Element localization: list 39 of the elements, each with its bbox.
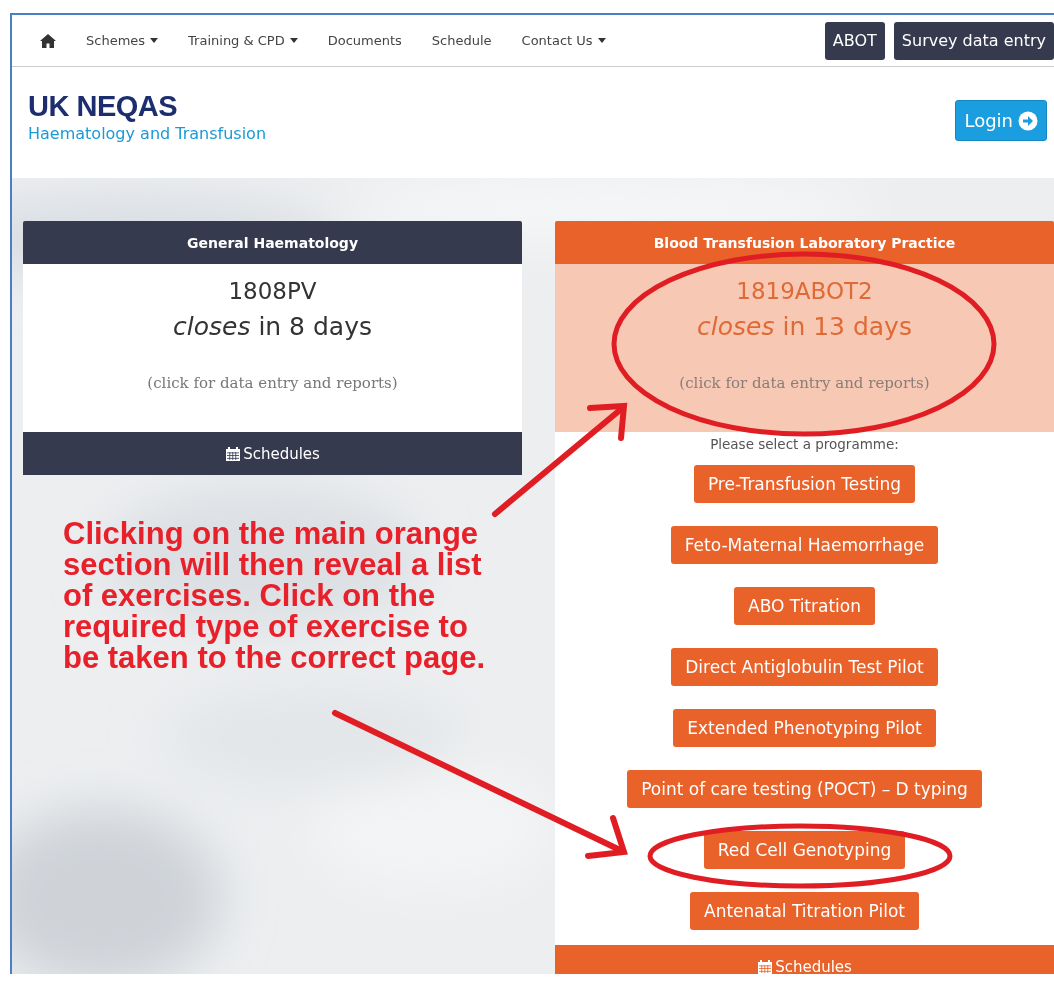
programme-button[interactable]: Antenatal Titration Pilot (690, 892, 919, 930)
hint-text: (click for data entry and reports) (147, 374, 398, 392)
nav-menu[interactable]: Training & CPD (188, 33, 298, 48)
login-button[interactable]: Login (955, 100, 1047, 141)
calendar-icon (757, 958, 774, 974)
closing-text: closes in 13 days (697, 311, 912, 343)
card-body[interactable]: 1819ABOT2 closes in 13 days (click for data entry and reports) (555, 264, 1054, 432)
schedules-button[interactable]: Schedules (23, 432, 522, 475)
exercise-code: 1819ABOT2 (736, 277, 873, 306)
caret-icon (150, 38, 159, 43)
schedules-button[interactable]: Schedules (555, 945, 1054, 974)
nav-link[interactable]: Schedule (431, 33, 492, 48)
programme-button[interactable]: Pre-Transfusion Testing (693, 465, 916, 503)
prompt-text: Please select a programme: (710, 436, 899, 452)
nav-menu[interactable]: Contact Us (521, 33, 606, 48)
card-header: Blood Transfusion Laboratory Practice (555, 221, 1054, 264)
logo-title: UK NEQAS (28, 91, 179, 121)
hint-text: (click for data entry and reports) (679, 374, 930, 392)
home-icon[interactable] (40, 33, 56, 48)
card-body[interactable]: 1808PV closes in 8 days (click for data entry and reports) (23, 264, 522, 432)
programme-button[interactable]: ABO Titration (734, 587, 875, 625)
annotation-text: Clicking on the main orange section will then reveal a list of exercises. Click on the required type of exercise to be taken to the correct page. (63, 518, 487, 673)
nav-button[interactable]: ABOT (824, 21, 885, 60)
card-header: General Haematology (23, 221, 522, 264)
closing-text: closes in 8 days (173, 311, 372, 343)
calendar-icon (225, 445, 242, 462)
arrow-circle-icon (1018, 110, 1038, 131)
exercise-code: 1808PV (228, 277, 317, 306)
caret-icon (289, 38, 298, 43)
nav-button[interactable]: Survey data entry (893, 21, 1054, 60)
nav-menu[interactable]: Schemes (86, 33, 159, 48)
programme-button[interactable]: Extended Phenotyping Pilot (673, 709, 936, 747)
caret-icon (597, 38, 606, 43)
programme-button[interactable]: Feto-Maternal Haemorrhage (670, 526, 939, 564)
nav-link[interactable]: Documents (327, 33, 402, 48)
programme-button[interactable]: Point of care testing (POCT) – D typing (627, 770, 982, 808)
programme-button[interactable]: Red Cell Genotyping (703, 831, 906, 869)
logo-subtitle: Haematology and Transfusion (28, 124, 267, 143)
programme-button[interactable]: Direct Antiglobulin Test Pilot (671, 648, 938, 686)
